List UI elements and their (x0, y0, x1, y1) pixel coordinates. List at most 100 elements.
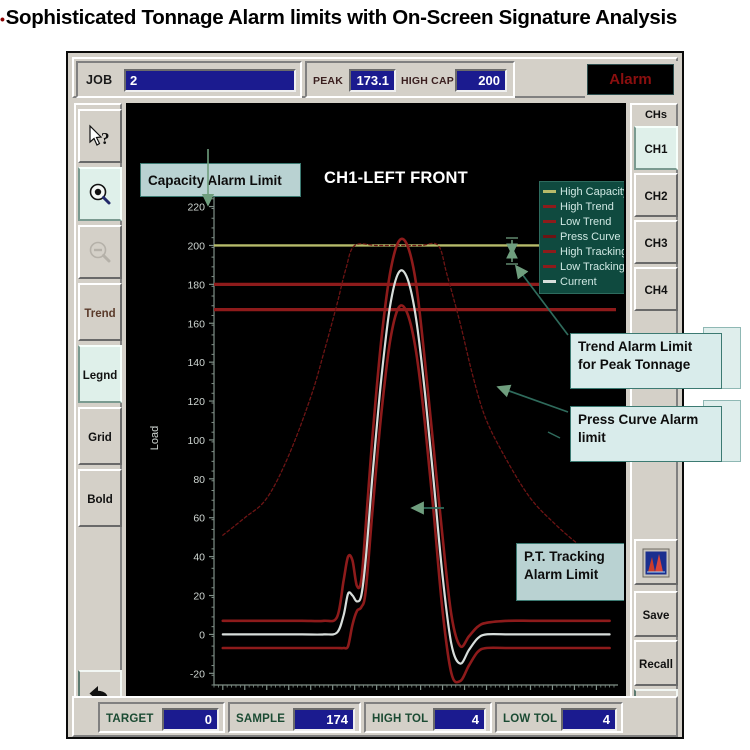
svg-text:200: 200 (187, 240, 205, 252)
target-group: TARGET 0 (98, 702, 225, 733)
left-toolbar: ? Trend Legnd Grid Bold (74, 103, 122, 735)
svg-text:140: 140 (187, 357, 205, 369)
svg-text:40: 40 (193, 552, 205, 564)
svg-text:20: 20 (193, 591, 205, 603)
legend-swatch-press-curve (543, 235, 556, 239)
signature-view-button[interactable] (634, 539, 678, 585)
legend-label-high-capacity: High Capacity (560, 186, 626, 199)
save-label: Save (642, 610, 670, 622)
recall-label: Recall (639, 659, 673, 671)
press-curve-line2: limit (578, 430, 606, 445)
pt-tracking-line2: Alarm Limit (524, 567, 599, 582)
chart-legend[interactable]: High Capacity High Trend Low Trend Press… (539, 181, 624, 294)
high-cap-label: HIGH CAP (401, 75, 454, 87)
bottom-status-bar: TARGET 0 SAMPLE 174 HIGH TOL 4 LOW TOL 4 (72, 696, 678, 737)
arrow-question-icon: ? (89, 124, 110, 148)
trend-button[interactable]: Trend (78, 283, 122, 341)
sample-group: SAMPLE 174 (228, 702, 361, 733)
slide-title: •Sophisticated Tonnage Alarm limits with… (0, 2, 750, 34)
legend-label-low-trend: Low Trend (560, 216, 612, 229)
channels-label: CHs (644, 109, 667, 121)
chart-area[interactable]: -200204060801001201401601802002201401451… (126, 103, 626, 735)
job-group: JOB 2 (76, 61, 302, 98)
svg-text:-20: -20 (190, 668, 205, 680)
sample-value: 174 (293, 708, 355, 731)
legend-item: High Trend (543, 200, 620, 215)
low-tol-value[interactable]: 4 (561, 708, 617, 731)
pt-tracking-line1: P.T. Tracking (524, 549, 605, 564)
legend-item: Low Trend (543, 215, 620, 230)
help-pointer-button[interactable]: ? (78, 109, 122, 163)
high-cap-value[interactable]: 200 (455, 69, 507, 92)
legend-item: High Capacity (543, 185, 624, 200)
legend-item: Press Curve (543, 230, 621, 245)
channel-button-ch3[interactable]: CH3 (634, 220, 678, 264)
legend-item: Current (543, 275, 620, 290)
legend-swatch-current (543, 280, 556, 284)
application-window: JOB 2 PEAK 173.1 HIGH CAP 200 Alarm ? Tr… (66, 51, 684, 739)
legend-swatch-high-trend (543, 205, 556, 209)
peak-group: PEAK 173.1 HIGH CAP 200 (305, 61, 515, 98)
job-value[interactable]: 2 (124, 69, 296, 92)
alarm-indicator: Alarm (587, 64, 674, 95)
ch1-label: CH1 (644, 144, 668, 156)
svg-text:60: 60 (193, 513, 205, 525)
peak-value: 173.1 (349, 69, 396, 92)
low-tol-label: LOW TOL (503, 713, 558, 725)
channel-button-ch4[interactable]: CH4 (634, 267, 678, 311)
slide-title-text: Sophisticated Tonnage Alarm limits with … (5, 6, 678, 29)
target-value[interactable]: 0 (162, 708, 219, 731)
legend-label-current: Current (560, 276, 597, 289)
grid-button-label: Grid (88, 432, 112, 444)
legend-label-high-trend: High Trend (560, 201, 614, 214)
high-tol-group: HIGH TOL 4 (364, 702, 492, 733)
trend-alarm-line2: for Peak Tonnage (578, 357, 691, 372)
legend-swatch-high-tracking (543, 250, 556, 254)
job-label: JOB (86, 73, 113, 87)
press-curve-alarm-callout: Press Curve Alarm limit (570, 406, 722, 462)
svg-text:?: ? (101, 129, 110, 148)
zoom-in-button[interactable] (78, 167, 122, 221)
legend-swatch-low-trend (543, 220, 556, 224)
legend-item: Low Tracking (543, 260, 624, 275)
magnifier-minus-icon (89, 241, 111, 263)
target-label: TARGET (106, 713, 154, 725)
legend-label-low-tracking: Low Tracking (560, 261, 625, 274)
zoom-out-button[interactable] (78, 225, 122, 279)
recall-button[interactable]: Recall (634, 640, 678, 686)
capacity-alarm-limit-callout: Capacity Alarm Limit (140, 163, 301, 197)
svg-text:80: 80 (193, 474, 205, 486)
ch3-label: CH3 (644, 238, 668, 250)
magnifier-plus-icon (89, 183, 111, 205)
svg-text:120: 120 (187, 396, 205, 408)
trend-alarm-line1: Trend Alarm Limit (578, 339, 693, 354)
svg-text:180: 180 (187, 279, 205, 291)
legend-button[interactable]: Legnd (78, 345, 122, 403)
channel-button-ch2[interactable]: CH2 (634, 173, 678, 217)
bold-button[interactable]: Bold (78, 469, 122, 527)
svg-text:100: 100 (187, 435, 205, 447)
press-curve-line1: Press Curve Alarm (578, 412, 699, 427)
grid-button[interactable]: Grid (78, 407, 122, 465)
legend-label-high-tracking: High Tracking (560, 246, 626, 259)
pt-tracking-alarm-callout: P.T. Tracking Alarm Limit (516, 543, 624, 601)
bold-button-label: Bold (87, 494, 113, 506)
trend-alarm-limit-callout: Trend Alarm Limit for Peak Tonnage (570, 333, 722, 389)
low-tol-group: LOW TOL 4 (495, 702, 623, 733)
legend-item: High Tracking (543, 245, 624, 260)
ch4-label: CH4 (644, 285, 668, 297)
svg-text:160: 160 (187, 318, 205, 330)
chart-channel-title: CH1-LEFT FRONT (324, 169, 468, 187)
bullet-icon: • (0, 10, 5, 27)
channel-button-ch1[interactable]: CH1 (634, 126, 678, 170)
high-tol-value[interactable]: 4 (433, 708, 486, 731)
top-status-bar: JOB 2 PEAK 173.1 HIGH CAP 200 Alarm (72, 57, 678, 98)
save-button[interactable]: Save (634, 591, 678, 637)
peak-label: PEAK (313, 75, 343, 87)
alarm-group: Alarm (585, 61, 678, 98)
trend-button-label: Trend (84, 308, 116, 320)
svg-text:0: 0 (199, 629, 205, 641)
sample-label: SAMPLE (236, 713, 286, 725)
high-tol-label: HIGH TOL (372, 713, 429, 725)
capacity-alarm-limit-text: Capacity Alarm Limit (148, 173, 282, 188)
